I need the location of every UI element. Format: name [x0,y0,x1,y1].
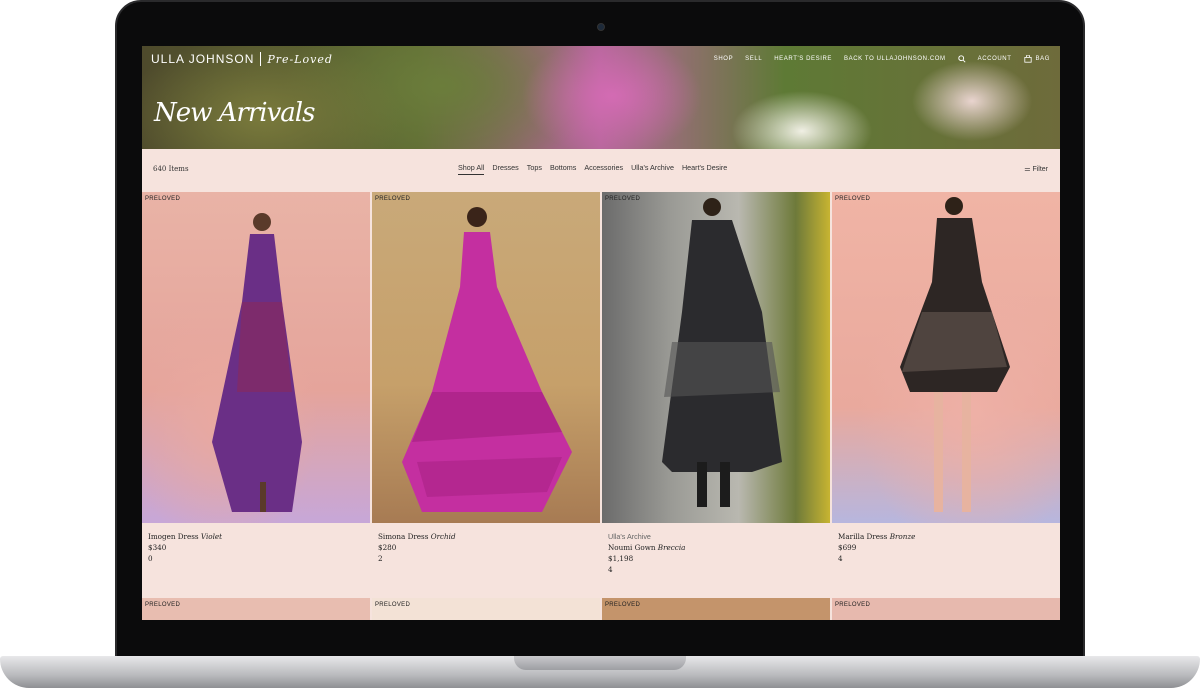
product-image[interactable]: PRELOVED [372,598,600,620]
nav-sell[interactable]: SELL [745,56,762,62]
search-icon[interactable] [957,55,966,63]
dress-figure [402,207,572,512]
product-image[interactable]: PRELOVED [372,192,600,523]
bag-icon [1023,55,1032,63]
nav-bag[interactable]: BAG [1023,55,1050,63]
product-card[interactable]: PRELOVED [602,598,830,620]
category-tabs: Shop All Dresses Tops Bottoms Accessorie… [458,163,727,175]
product-grid: PRELOVED Imogen Dress Violet $340 0 PREL… [142,192,1060,598]
product-name-line[interactable]: Imogen Dress Violet [148,531,364,542]
tab-ullas-archive[interactable]: Ulla's Archive [631,163,674,175]
nav-shop[interactable]: SHOP [714,56,733,62]
hero-banner: ULLA JOHNSON Pre-Loved SHOP SELL HEART'S… [142,46,1060,149]
tab-bottoms[interactable]: Bottoms [550,163,576,175]
preloved-badge: PRELOVED [605,602,641,608]
dress-figure [212,213,302,512]
bag-label: BAG [1035,56,1050,62]
nav-account[interactable]: ACCOUNT [978,56,1012,62]
product-info: Ulla's Archive Noumi Gown Breccia $1,198… [602,523,830,598]
item-count: 640 Items [153,165,189,173]
filter-button[interactable]: ⚌ Filter [1024,165,1048,173]
brand-name: ULLA JOHNSON [151,52,255,66]
nav-back-link[interactable]: BACK TO ULLAJOHNSON.COM [844,56,946,62]
product-image[interactable]: PRELOVED [602,192,830,523]
product-card[interactable]: PRELOVED [372,598,600,620]
filter-bar: 640 Items Shop All Dresses Tops Bottoms … [142,149,1060,192]
product-color: Orchid [430,532,456,541]
preloved-badge: PRELOVED [835,602,871,608]
preloved-badge: PRELOVED [375,196,411,202]
product-image[interactable]: PRELOVED [142,598,370,620]
tab-dresses[interactable]: Dresses [492,163,518,175]
product-card[interactable]: PRELOVED Ulla's Archive Noumi Gown Brecc… [602,192,830,598]
browser-screen: ULLA JOHNSON Pre-Loved SHOP SELL HEART'S… [142,46,1060,620]
brand-sub: Pre-Loved [267,52,333,66]
product-price: $699 [838,543,857,552]
product-name-line[interactable]: Simona Dress Orchid [378,531,594,542]
product-info: Simona Dress Orchid $280 2 [372,523,600,598]
product-qty: 0 [148,554,153,563]
product-price: $340 [148,543,167,552]
product-image[interactable]: PRELOVED [832,192,1060,523]
preloved-badge: PRELOVED [145,196,181,202]
product-archive: Ulla's Archive [608,532,651,541]
brand-logo[interactable]: ULLA JOHNSON Pre-Loved [151,52,333,66]
laptop-notch [514,656,686,670]
camera [597,23,605,31]
product-image[interactable]: PRELOVED [832,598,1060,620]
product-info: Marilla Dress Bronze $699 4 [832,523,1060,598]
product-price: $1,198 [608,554,634,563]
preloved-badge: PRELOVED [605,196,641,202]
product-card[interactable]: PRELOVED [142,598,370,620]
top-nav: SHOP SELL HEART'S DESIRE BACK TO ULLAJOH… [714,55,1050,63]
product-color: Violet [200,532,223,541]
product-card[interactable]: PRELOVED Marilla Dress Bronze $699 4 [832,192,1060,598]
product-card[interactable]: PRELOVED Simona Dress Orchid $280 2 [372,192,600,598]
logo-divider [260,52,262,66]
filter-sliders-icon: ⚌ [1024,166,1031,173]
tab-hearts-desire[interactable]: Heart's Desire [682,163,727,175]
product-qty: 4 [608,565,613,574]
tab-shop-all[interactable]: Shop All [458,163,485,175]
product-name-line[interactable]: Noumi Gown Breccia [608,542,824,553]
product-name: Marilla Dress [838,532,888,541]
product-image[interactable]: PRELOVED [602,598,830,620]
product-color: Bronze [889,532,916,541]
product-card[interactable]: PRELOVED [832,598,1060,620]
preloved-badge: PRELOVED [835,196,871,202]
product-qty: 2 [378,554,383,563]
product-color: Breccia [657,543,686,552]
page-title: New Arrivals [154,98,315,128]
product-name: Simona Dress [378,532,429,541]
tab-tops[interactable]: Tops [527,163,542,175]
product-name: Noumi Gown [608,543,656,552]
nav-hearts-desire[interactable]: HEART'S DESIRE [774,56,832,62]
tab-accessories[interactable]: Accessories [584,163,623,175]
product-name-line[interactable]: Marilla Dress Bronze [838,531,1054,542]
product-info: Imogen Dress Violet $340 0 [142,523,370,598]
dress-figure [900,197,1010,512]
product-name: Imogen Dress [148,532,199,541]
filter-label: Filter [1032,166,1048,173]
dress-figure [662,198,782,507]
product-qty: 4 [838,554,843,563]
product-image[interactable]: PRELOVED [142,192,370,523]
product-grid-row-2: PRELOVED PRELOVED PRELOVED PRELOVED [142,598,1060,620]
product-card[interactable]: PRELOVED Imogen Dress Violet $340 0 [142,192,370,598]
preloved-badge: PRELOVED [145,602,181,608]
product-price: $280 [378,543,397,552]
preloved-badge: PRELOVED [375,602,411,608]
